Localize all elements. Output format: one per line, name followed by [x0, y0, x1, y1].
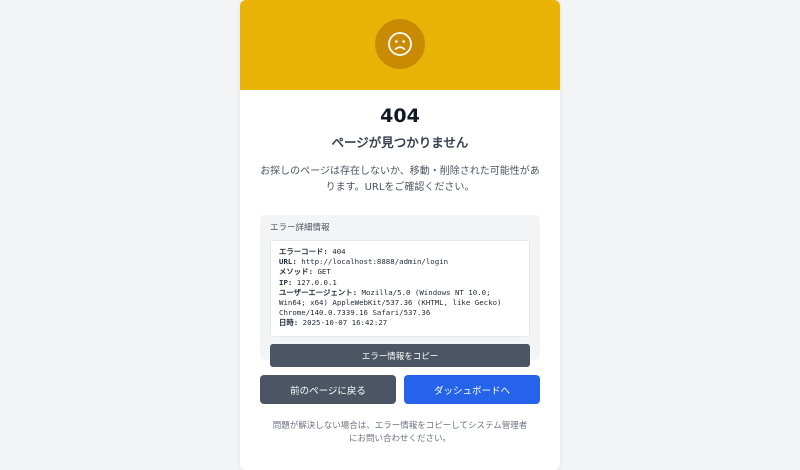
copy-error-button[interactable]: エラー情報をコピー — [270, 344, 530, 367]
detail-label: IP: — [279, 277, 293, 287]
detail-row-code: エラーコード: 404 — [279, 247, 521, 257]
error-header — [240, 0, 560, 90]
error-message: お探しのページは存在しないか、移動・削除された可能性があります。URLをご確認く… — [260, 166, 540, 193]
detail-row-method: メソッド: GET — [279, 267, 521, 277]
detail-row-ip: IP: 127.0.0.1 — [279, 278, 521, 288]
detail-value: GET — [313, 267, 331, 277]
detail-label: メソッド: — [279, 267, 314, 277]
detail-value: 2025-10-07 16:42:27 — [298, 318, 388, 328]
detail-value: http://localhost:8888/admin/login — [296, 257, 449, 267]
dashboard-button[interactable]: ダッシュボードへ — [404, 375, 540, 404]
back-button[interactable]: 前のページに戻る — [260, 375, 396, 404]
details-heading: エラー詳細情報 — [270, 223, 330, 233]
error-card: 404 ページが見つかりません お探しのページは存在しないか、移動・削除された可… — [240, 0, 560, 470]
detail-label: URL: — [279, 257, 297, 267]
icon-circle — [375, 19, 425, 69]
detail-label: 日時: — [279, 318, 299, 328]
help-text: 問題が解決しない場合は、エラー情報をコピーしてシステム管理者にお問い合わせくださ… — [272, 421, 528, 444]
action-buttons: 前のページに戻る ダッシュボードへ — [260, 375, 540, 404]
detail-value: 404 — [327, 247, 346, 256]
sad-face-icon — [387, 31, 413, 57]
error-title: ページが見つかりません — [331, 135, 469, 150]
error-code: 404 — [380, 105, 420, 127]
detail-row-datetime: 日時: 2025-10-07 16:42:27 — [279, 318, 521, 328]
details-box: エラーコード: 404 URL: http://localhost:8888/a… — [270, 240, 530, 337]
detail-value: 127.0.0.1 — [292, 277, 337, 287]
detail-row-user-agent: ユーザーエージェント: Mozilla/5.0 (Windows NT 10.0… — [279, 288, 521, 319]
detail-label: エラーコード: — [279, 247, 328, 256]
detail-row-url: URL: http://localhost:8888/admin/login — [279, 257, 521, 267]
detail-label: ユーザーエージェント: — [279, 287, 358, 297]
error-details-panel: エラー詳細情報 エラーコード: 404 URL: http://localhos… — [260, 215, 540, 367]
